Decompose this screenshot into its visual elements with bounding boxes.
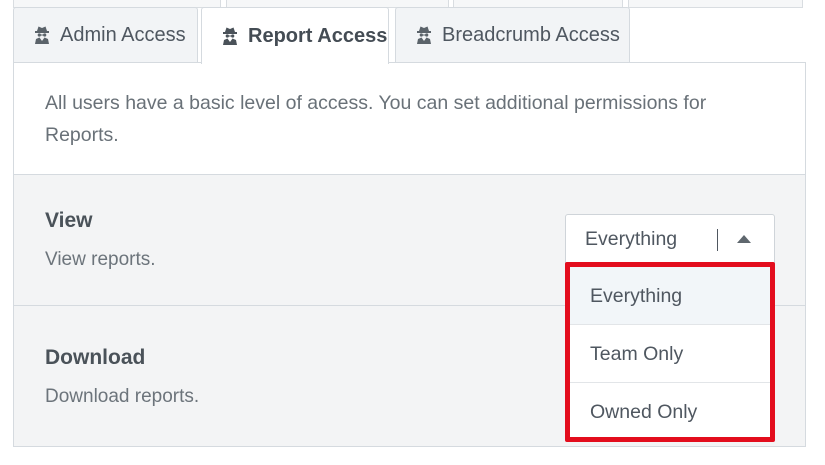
tab-label: Admin Access <box>60 23 186 46</box>
view-permission-select[interactable]: Everything <box>565 214 775 264</box>
tab-label: Breadcrumb Access <box>442 23 620 46</box>
user-secret-icon <box>35 26 49 44</box>
caret-up-icon[interactable] <box>737 235 751 243</box>
select-value: Everything <box>585 228 678 250</box>
select-separator <box>717 229 718 251</box>
tab-report-access[interactable]: Report Access <box>201 7 389 64</box>
permission-title: Download <box>45 346 146 369</box>
option-team-only[interactable]: Team Only <box>570 325 770 383</box>
tab-admin-access[interactable]: Admin Access <box>13 7 198 62</box>
option-owned-only[interactable]: Owned Only <box>570 383 770 441</box>
option-everything[interactable]: Everything <box>570 267 770 325</box>
permission-title: View <box>45 209 93 232</box>
tab-breadcrumb-access[interactable]: Breadcrumb Access <box>395 7 630 62</box>
intro-text: All users have a basic level of access. … <box>45 92 707 146</box>
tab-label: Report Access <box>248 24 388 47</box>
permission-description: Download reports. <box>45 386 200 407</box>
user-secret-icon <box>223 27 237 45</box>
user-secret-icon <box>417 26 431 44</box>
upper-tab-fragment[interactable] <box>628 0 803 8</box>
permission-description: View reports. <box>45 249 156 270</box>
view-permission-options: Everything Team Only Owned Only <box>565 262 775 442</box>
permissions-editor: Admin Access Report Access Breadcrumb Ac… <box>0 0 825 465</box>
